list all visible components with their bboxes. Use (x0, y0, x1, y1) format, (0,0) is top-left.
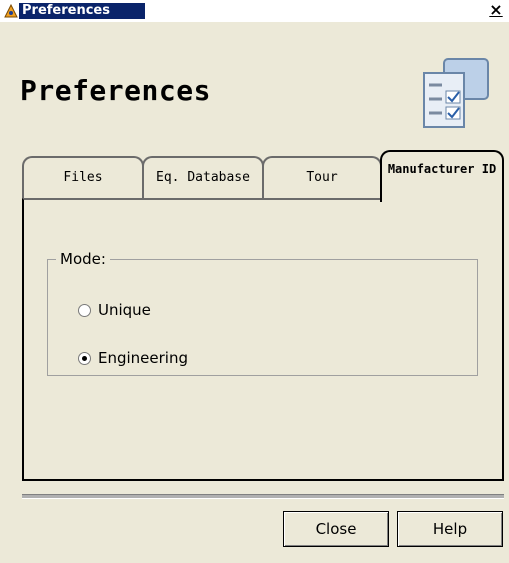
app-icon (3, 3, 19, 19)
mode-group: Mode: Unique Engineering (47, 250, 478, 376)
separator (22, 498, 504, 499)
radio-engineering[interactable]: Engineering (78, 348, 188, 368)
tab-manufacturer-id[interactable]: Manufacturer ID (380, 150, 504, 202)
tab-label: Files (63, 170, 103, 185)
close-button[interactable]: Close (283, 511, 389, 547)
radio-label: Unique (98, 301, 151, 319)
tab-label: Manufacturer ID (387, 162, 497, 176)
radio-unique[interactable]: Unique (78, 300, 151, 320)
tab-strip: Files Eq. Database Tour Manufacturer ID (22, 150, 504, 202)
preferences-checklist-icon (414, 53, 494, 133)
window-title: Preferences (19, 3, 145, 19)
tab-eq-database[interactable]: Eq. Database (142, 156, 264, 200)
radio-button[interactable] (78, 303, 91, 317)
tab-label: Tour (306, 170, 338, 185)
title-bar: Preferences × (0, 0, 509, 22)
tab-label: Eq. Database (156, 170, 250, 185)
radio-button[interactable] (78, 351, 91, 365)
mode-legend: Mode: (60, 250, 106, 268)
tab-files[interactable]: Files (22, 156, 144, 200)
close-icon[interactable]: × (487, 1, 505, 19)
page-title: Preferences (20, 74, 211, 107)
radio-label: Engineering (98, 349, 188, 367)
tab-tour[interactable]: Tour (262, 156, 382, 200)
help-button[interactable]: Help (397, 511, 503, 547)
